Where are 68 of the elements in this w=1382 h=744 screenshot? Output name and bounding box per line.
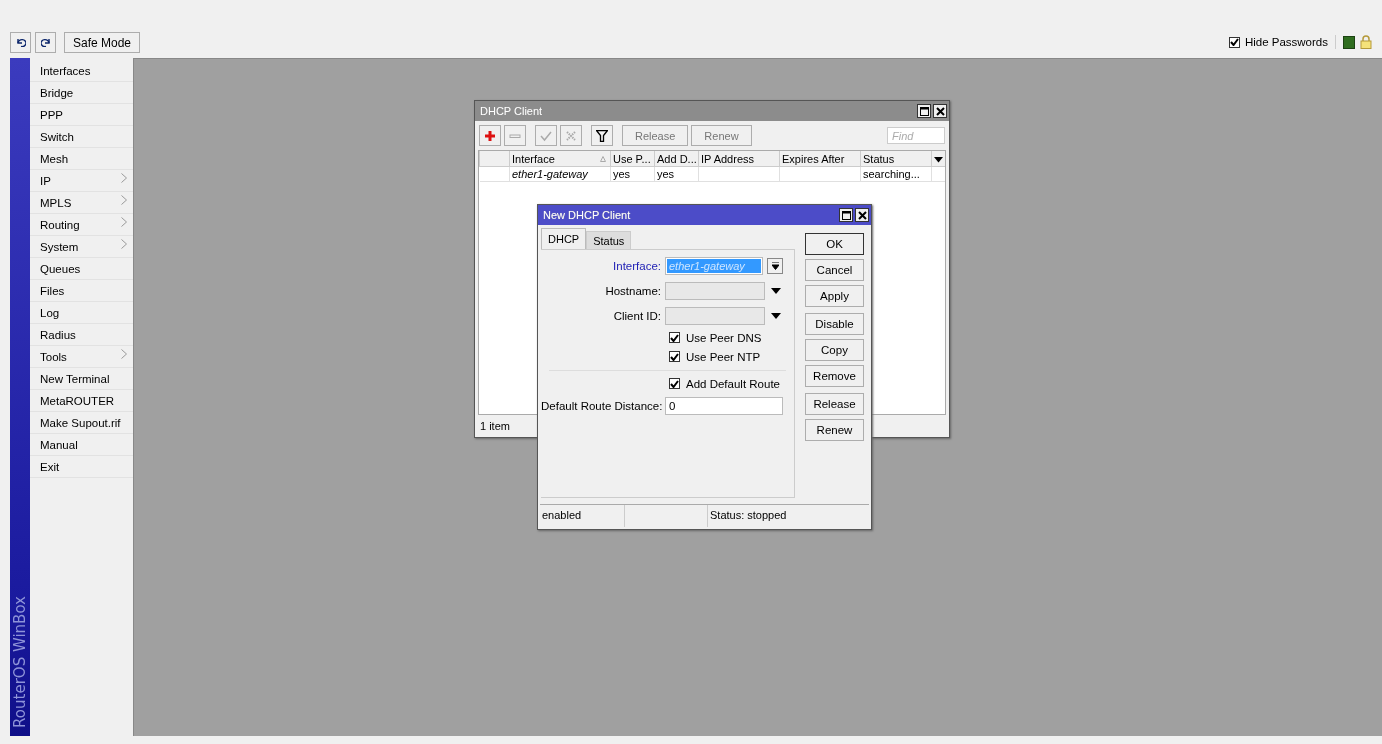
dropdown-button[interactable]: [767, 257, 783, 274]
input-field[interactable]: 0: [665, 396, 783, 415]
close-icon: [935, 106, 945, 116]
checkbox[interactable]: [669, 351, 680, 362]
dropdown-arrow-icon: [771, 287, 781, 294]
dropdown-arrow-icon: [934, 156, 943, 163]
dialog-button[interactable]: Release: [805, 393, 864, 415]
maximize-icon: [841, 210, 851, 220]
lock-icon: [1360, 35, 1372, 49]
table-cell: yes: [654, 166, 699, 182]
column-header[interactable]: Add D...: [654, 151, 699, 167]
dropdown-arrow-icon: [771, 312, 781, 319]
checkmark-icon: [540, 129, 552, 142]
field-label: Hostname:: [604, 284, 661, 297]
close-button[interactable]: [933, 104, 947, 118]
checkbox-label: Hide Passwords: [1244, 36, 1328, 48]
window-title: New DHCP Client: [543, 209, 631, 221]
undo-button[interactable]: [10, 32, 31, 53]
field-label: Default Route Distance:: [541, 399, 661, 412]
checkbox[interactable]: [1228, 36, 1240, 48]
checkbox[interactable]: [669, 332, 680, 343]
column-header[interactable]: Expires After: [779, 151, 861, 167]
column-header[interactable]: Use P...: [610, 151, 655, 167]
plus-icon: [484, 129, 496, 142]
dropdown-field[interactable]: [665, 281, 765, 300]
item-count: 1 item: [479, 420, 511, 432]
find-field[interactable]: Find: [887, 127, 945, 144]
status-text: enabled: [540, 505, 625, 527]
tab[interactable]: Status: [586, 231, 632, 249]
column-header[interactable]: Status: [860, 151, 932, 167]
maximize-button[interactable]: [839, 208, 853, 222]
close-button[interactable]: [855, 208, 869, 222]
dialog-button[interactable]: OK: [805, 233, 864, 255]
dialog-button[interactable]: Copy: [805, 339, 864, 361]
redo-icon: [40, 38, 51, 47]
dialog-button[interactable]: Remove: [805, 365, 864, 387]
column-header[interactable]: IP Address: [698, 151, 780, 167]
maximize-button[interactable]: [917, 104, 931, 118]
column-header[interactable]: Interface: [509, 151, 611, 167]
checkbox-label: Add Default Route: [686, 377, 780, 390]
brand-title: RouterOS WinBox: [11, 596, 29, 728]
table-cell: yes: [610, 166, 655, 182]
dropdown-arrow-icon: [771, 261, 779, 270]
checkbox-label: Use Peer NTP: [686, 350, 761, 363]
dialog-button[interactable]: Disable: [805, 313, 864, 335]
checkbox-label: Use Peer DNS: [686, 331, 762, 344]
dialog-button[interactable]: Renew: [805, 419, 864, 441]
filter-icon: [596, 129, 608, 142]
maximize-icon: [919, 106, 929, 116]
status-indicator-icon: [1343, 35, 1355, 49]
dialog-button[interactable]: Cancel: [805, 259, 864, 281]
undo-icon: [15, 38, 26, 47]
tab[interactable]: DHCP: [541, 228, 587, 249]
field-label: Client ID:: [612, 309, 661, 322]
checkbox[interactable]: [669, 378, 680, 389]
dropdown-field[interactable]: [665, 306, 765, 325]
safe-mode-button[interactable]: Safe Mode: [64, 32, 141, 53]
add-button[interactable]: [479, 125, 501, 146]
table-cell: ether1-gateway: [509, 166, 611, 182]
field-label: Interface:: [612, 259, 661, 272]
table-cell: searching...: [860, 166, 932, 182]
cross-icon: [565, 129, 577, 142]
close-icon: [857, 210, 867, 220]
window-title: DHCP Client: [480, 105, 543, 117]
dialog-button[interactable]: Apply: [805, 285, 864, 307]
status-text: Status: stopped: [709, 508, 788, 523]
filter-button[interactable]: [591, 125, 613, 146]
redo-button[interactable]: [35, 32, 56, 53]
